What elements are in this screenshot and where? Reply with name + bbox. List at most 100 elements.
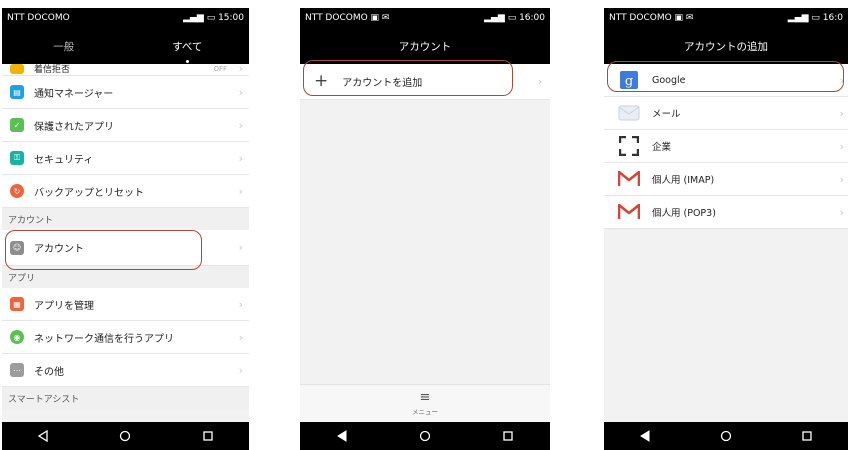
back-icon[interactable] xyxy=(336,430,348,442)
app-header: アカウントの追加 xyxy=(604,28,848,64)
account-option-label: Google xyxy=(652,74,686,86)
chevron-right-icon: › xyxy=(238,151,243,165)
account-option-label: メール xyxy=(652,109,681,120)
svg-text:g: g xyxy=(625,74,633,89)
account-option-mail[interactable]: メール › xyxy=(604,97,848,130)
page-title: アカウントの追加 xyxy=(684,40,768,53)
chevron-right-icon: › xyxy=(839,73,844,87)
recents-icon[interactable] xyxy=(202,430,214,442)
add-account-label: アカウントを追加 xyxy=(342,78,423,89)
chevron-right-icon: › xyxy=(238,64,243,75)
chevron-right-icon: › xyxy=(839,172,844,186)
account-option-exchange[interactable]: 企業 › xyxy=(604,130,848,163)
list-item-label: アプリを管理 xyxy=(34,300,94,312)
chevron-right-icon: › xyxy=(839,205,844,219)
chevron-right-icon: › xyxy=(839,139,844,153)
settings-tab-bar: 一般 すべて xyxy=(2,28,249,64)
chevron-right-icon: › xyxy=(238,118,243,132)
manage-apps-icon: ▦ xyxy=(10,297,24,311)
list-item-label: 保護されたアプリ xyxy=(34,121,114,133)
clock: 15:00 xyxy=(218,13,244,23)
account-option-pop3[interactable]: 個人用 (POP3) › xyxy=(604,196,848,229)
carrier-label: NTT DOCOMO xyxy=(7,13,70,23)
account-option-label: 個人用 (IMAP) xyxy=(652,175,715,186)
list-item-label: 通知マネージャー xyxy=(34,88,114,100)
list-item-value: OFF xyxy=(213,64,227,73)
navigation-bar xyxy=(2,422,249,450)
gmail-icon xyxy=(618,202,640,222)
account-option-label: 企業 xyxy=(652,142,672,153)
list-item-other[interactable]: ⋯ その他 › xyxy=(2,354,249,387)
list-item-label: 着信拒否 xyxy=(34,65,71,75)
exchange-icon xyxy=(618,136,640,156)
section-header-apps: アプリ xyxy=(2,266,249,288)
phone-screen-accounts: NTT DOCOMO ▣ ✉ ▂▄▆ ▭ 16:00 アカウント + アカウント… xyxy=(300,8,550,450)
back-icon[interactable] xyxy=(639,430,651,442)
clock: 16:0 xyxy=(822,13,843,23)
network-apps-icon: ◉ xyxy=(10,330,24,344)
accounts-list: + アカウントを追加 › xyxy=(300,64,550,422)
account-option-label: 個人用 (POP3) xyxy=(652,208,716,219)
list-item-notification-manager[interactable]: ▤ 通知マネージャー › xyxy=(2,76,249,109)
section-header-smart-assist: スマートアシスト xyxy=(2,387,249,409)
chevron-right-icon: › xyxy=(238,363,243,377)
clock: 16:00 xyxy=(519,13,545,23)
call-block-icon xyxy=(10,64,24,74)
chevron-right-icon: › xyxy=(537,75,542,88)
backup-reset-icon: ↻ xyxy=(10,184,24,198)
google-icon: g xyxy=(618,70,640,90)
section-header-account: アカウント xyxy=(2,208,249,230)
phone-screen-settings: NTT DOCOMO ▂▄▆ ▭ 15:00 一般 すべて 着信拒否 OFF ›… xyxy=(2,8,249,450)
list-item-label: アカウント xyxy=(34,244,84,255)
recents-icon[interactable] xyxy=(801,430,813,442)
menu-label: メニュー xyxy=(412,408,438,416)
other-icon: ⋯ xyxy=(10,363,24,377)
home-icon[interactable] xyxy=(720,430,732,442)
notification-icons: ▣ ✉ xyxy=(370,13,390,23)
status-bar: NTT DOCOMO ▂▄▆ ▭ 15:00 xyxy=(2,8,249,28)
signal-battery-icon: ▂▄▆ ▭ xyxy=(183,13,219,23)
list-item-network-apps[interactable]: ◉ ネットワーク通信を行うアプリ › xyxy=(2,321,249,354)
plus-icon: + xyxy=(314,71,329,91)
list-item-security[interactable]: ⚿ セキュリティ › xyxy=(2,142,249,175)
app-header: アカウント xyxy=(300,28,550,64)
account-type-list: g Google › メール › 企業 › 個人用 (IMAP) › 個人用 (… xyxy=(604,64,848,422)
list-item-label: セキュリティ xyxy=(34,154,94,166)
list-item-protected-apps[interactable]: ✓ 保護されたアプリ › xyxy=(2,109,249,142)
account-option-imap[interactable]: 個人用 (IMAP) › xyxy=(604,163,848,196)
chevron-right-icon: › xyxy=(238,241,243,254)
account-icon: ☺ xyxy=(10,240,24,255)
signal-battery-icon: ▂▄▆ ▭ xyxy=(484,13,520,23)
list-item-call-block[interactable]: 着信拒否 OFF › xyxy=(2,64,249,76)
tab-general[interactable]: 一般 xyxy=(2,39,126,54)
list-item-label: バックアップとリセット xyxy=(34,187,144,199)
phone-screen-add-account: NTT DOCOMO ▣ ✉ ▂▄▆ ▭ 16:0 アカウントの追加 g Goo… xyxy=(604,8,848,450)
navigation-bar xyxy=(604,422,848,450)
back-icon[interactable] xyxy=(37,430,49,442)
menu-button[interactable]: ≡ メニュー xyxy=(300,384,550,422)
chevron-right-icon: › xyxy=(839,106,844,120)
home-icon[interactable] xyxy=(419,430,431,442)
mail-icon xyxy=(618,103,640,123)
list-item-label: ネットワーク通信を行うアプリ xyxy=(34,333,174,345)
add-account-button[interactable]: + アカウントを追加 › xyxy=(300,64,550,100)
settings-list: 着信拒否 OFF › ▤ 通知マネージャー › ✓ 保護されたアプリ › ⚿ セ… xyxy=(2,64,249,422)
list-item-manage-apps[interactable]: ▦ アプリを管理 › xyxy=(2,288,249,321)
chevron-right-icon: › xyxy=(238,184,243,198)
tab-all[interactable]: すべて xyxy=(126,39,250,63)
list-item-label: その他 xyxy=(34,366,64,378)
carrier-label: NTT DOCOMO xyxy=(305,13,368,23)
protected-apps-icon: ✓ xyxy=(10,118,24,132)
home-icon[interactable] xyxy=(119,430,131,442)
list-item-backup-reset[interactable]: ↻ バックアップとリセット › xyxy=(2,175,249,208)
chevron-right-icon: › xyxy=(238,297,243,311)
chevron-right-icon: › xyxy=(238,330,243,344)
notification-icons: ▣ ✉ xyxy=(674,13,694,23)
menu-icon: ≡ xyxy=(419,390,431,405)
recents-icon[interactable] xyxy=(502,430,514,442)
chevron-right-icon: › xyxy=(238,85,243,99)
list-item-account[interactable]: ☺ アカウント › xyxy=(2,230,249,266)
notification-manager-icon: ▤ xyxy=(10,85,24,99)
account-option-google[interactable]: g Google › xyxy=(604,64,848,97)
page-title: アカウント xyxy=(398,40,452,53)
